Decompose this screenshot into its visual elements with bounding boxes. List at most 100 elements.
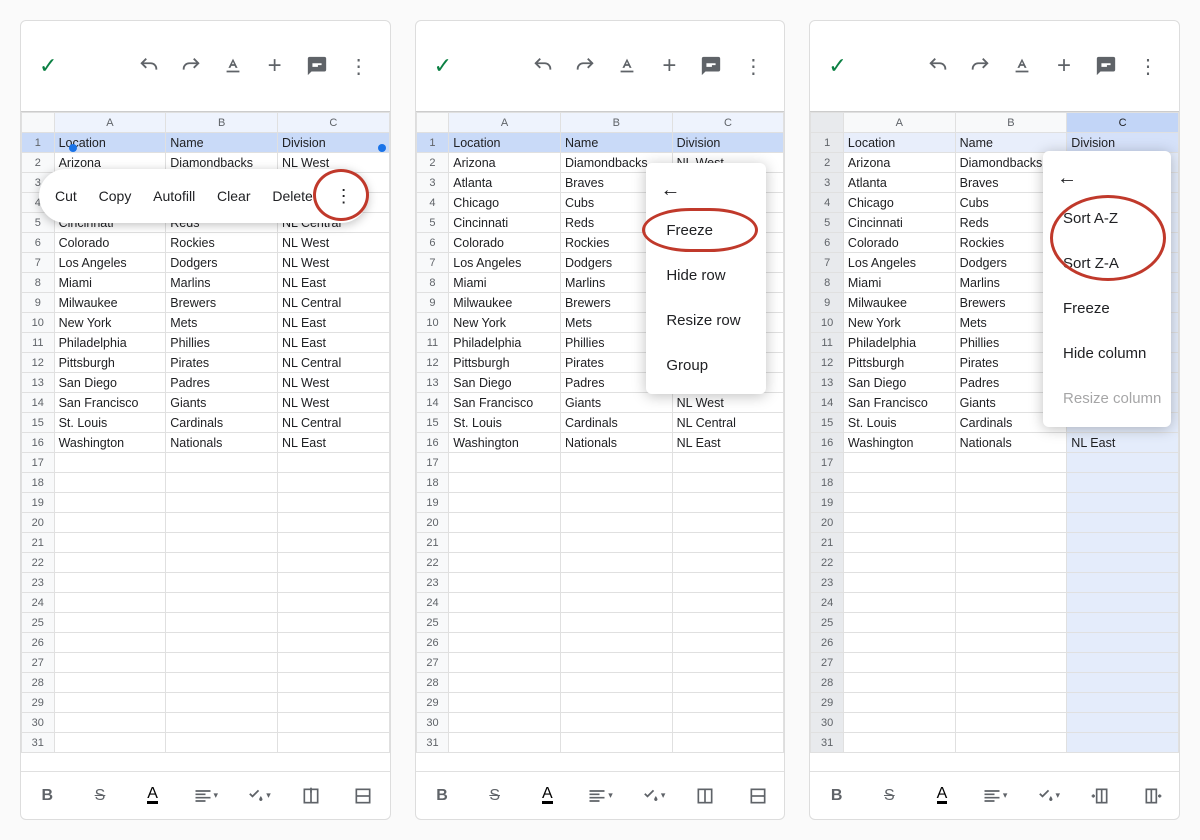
cell[interactable]: Nationals [560,433,672,453]
cell[interactable] [955,513,1067,533]
row-header[interactable]: 13 [811,373,844,393]
row-header[interactable]: 28 [416,673,449,693]
row-header[interactable]: 7 [22,253,55,273]
freeze-menu-item[interactable]: Freeze [1043,286,1171,331]
cell[interactable]: Colorado [449,233,561,253]
confirm-check-icon[interactable]: ✓ [33,47,63,85]
cell[interactable] [672,633,784,653]
cell[interactable] [1067,513,1179,533]
cell[interactable]: Brewers [166,293,278,313]
row-header[interactable]: 1 [811,133,844,153]
cell[interactable]: Cardinals [560,413,672,433]
overflow-menu-icon[interactable]: ⋮ [734,47,772,85]
cell[interactable]: Chicago [843,193,955,213]
cell[interactable] [1067,493,1179,513]
select-all-corner[interactable] [22,113,55,133]
row-header[interactable]: 4 [811,193,844,213]
cell[interactable] [560,533,672,553]
cell[interactable] [672,513,784,533]
cell[interactable] [1067,533,1179,553]
cell[interactable] [166,473,278,493]
cell[interactable]: Atlanta [449,173,561,193]
cell[interactable] [277,653,389,673]
cell[interactable]: Name [166,133,278,153]
cell[interactable] [166,513,278,533]
cell[interactable] [277,713,389,733]
cell[interactable] [560,453,672,473]
insert-icon[interactable]: + [256,47,294,85]
cell[interactable] [672,613,784,633]
cell[interactable]: NL West [277,393,389,413]
cell[interactable]: NL East [672,433,784,453]
cell[interactable] [54,593,166,613]
cell[interactable] [672,713,784,733]
cell[interactable] [449,553,561,573]
cell[interactable] [843,673,955,693]
column-header-a[interactable]: A [843,113,955,133]
cell[interactable] [277,673,389,693]
cell[interactable]: Nationals [955,433,1067,453]
cell[interactable] [672,533,784,553]
row-header[interactable]: 9 [22,293,55,313]
cell[interactable]: Philadelphia [843,333,955,353]
cell[interactable]: New York [449,313,561,333]
cell[interactable] [277,593,389,613]
cell[interactable]: Los Angeles [843,253,955,273]
column-header-c[interactable]: C [1067,113,1179,133]
column-header-c[interactable]: C [277,113,389,133]
cell[interactable]: Washington [843,433,955,453]
text-format-icon[interactable] [608,47,646,85]
row-header[interactable]: 11 [416,333,449,353]
cell[interactable] [955,473,1067,493]
row-header[interactable]: 2 [22,153,55,173]
cell[interactable] [843,633,955,653]
cell[interactable] [54,733,166,753]
row-header[interactable]: 13 [22,373,55,393]
group-menu-item[interactable]: Group [646,343,766,388]
row-header[interactable]: 26 [416,633,449,653]
row-header[interactable]: 17 [811,453,844,473]
cell[interactable]: NL Central [672,413,784,433]
cell[interactable] [560,653,672,673]
cell[interactable] [449,453,561,473]
bold-button[interactable]: B [423,777,461,815]
cell[interactable] [54,633,166,653]
cell[interactable] [54,553,166,573]
cell[interactable] [449,613,561,633]
cell[interactable]: Pittsburgh [843,353,955,373]
cell[interactable]: Atlanta [843,173,955,193]
cell[interactable] [54,653,166,673]
cell[interactable] [449,673,561,693]
cell[interactable] [955,713,1067,733]
cell[interactable] [449,513,561,533]
cell[interactable] [449,473,561,493]
row-header[interactable]: 6 [811,233,844,253]
cell[interactable]: Division [1067,133,1179,153]
cell[interactable]: Division [672,133,784,153]
cell[interactable] [277,473,389,493]
row-header[interactable]: 8 [22,273,55,293]
row-header[interactable]: 11 [22,333,55,353]
cell[interactable] [955,613,1067,633]
cell[interactable]: NL Central [277,293,389,313]
cell[interactable] [54,453,166,473]
cell[interactable] [166,493,278,513]
cell[interactable] [843,553,955,573]
cell[interactable] [449,733,561,753]
row-header[interactable]: 25 [416,613,449,633]
row-header[interactable]: 15 [811,413,844,433]
cell[interactable] [54,573,166,593]
cell[interactable] [1067,633,1179,653]
cell[interactable]: San Diego [54,373,166,393]
insert-row-button[interactable] [344,777,382,815]
cell[interactable]: Arizona [843,153,955,173]
overflow-menu-icon[interactable]: ⋮ [340,47,378,85]
cell[interactable] [449,533,561,553]
cell[interactable]: NL West [277,373,389,393]
cell[interactable]: NL West [277,233,389,253]
cell[interactable]: Miami [54,273,166,293]
confirm-check-icon[interactable]: ✓ [822,47,852,85]
row-header[interactable]: 3 [416,173,449,193]
row-header[interactable]: 23 [22,573,55,593]
cell[interactable]: NL West [672,393,784,413]
